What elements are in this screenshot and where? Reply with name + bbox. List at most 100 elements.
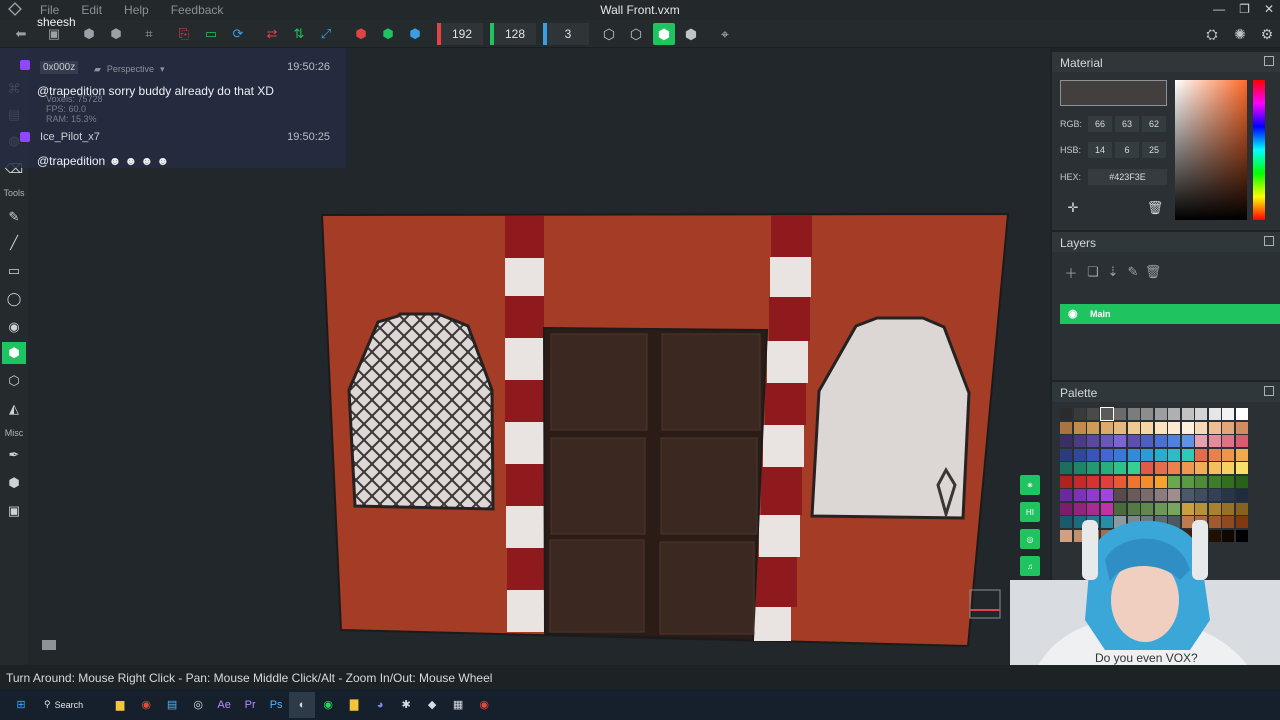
palette-swatch[interactable] [1222, 475, 1234, 488]
view-mode-1-icon[interactable]: ⬡ [598, 23, 620, 45]
tool-pencil-icon[interactable]: ✎ [2, 206, 26, 228]
palette-swatch[interactable] [1208, 408, 1221, 420]
palette-swatch[interactable] [1073, 435, 1086, 447]
tool-sphere-icon[interactable]: ◉ [2, 316, 26, 338]
palette-swatch[interactable] [1127, 435, 1140, 447]
windows-start-icon[interactable]: ⊞ [8, 692, 34, 718]
light-icon[interactable]: ✺ [1229, 23, 1251, 45]
duplicate-layer-icon[interactable]: ❏ [1084, 262, 1102, 282]
palette-swatch[interactable] [1100, 421, 1113, 434]
tool-box-icon[interactable]: ⬡ [2, 370, 26, 392]
trash-icon[interactable]: 🗑 [1144, 198, 1166, 218]
tool-picker-icon[interactable]: ✒ [2, 444, 26, 466]
palette-swatch[interactable] [1208, 421, 1221, 434]
crosshair-icon[interactable]: ⌖ [714, 23, 736, 45]
merge-layer-icon[interactable]: ⇣ [1104, 262, 1122, 282]
palette-swatch[interactable] [1235, 435, 1248, 447]
palette-swatch[interactable] [1222, 435, 1234, 447]
obs-icon[interactable]: ◐ [289, 691, 316, 718]
pin-icon[interactable] [1264, 236, 1274, 246]
palette-swatch[interactable] [1141, 408, 1153, 420]
palette-swatch[interactable] [1141, 475, 1153, 488]
palette-swatch[interactable] [1154, 421, 1167, 434]
minimize-icon[interactable]: — [1213, 2, 1225, 16]
palette-swatch[interactable] [1127, 462, 1140, 474]
current-color-swatch[interactable] [1060, 80, 1167, 106]
palette-swatch[interactable] [1060, 421, 1072, 434]
render-toggle-icon[interactable]: ✷ [1020, 475, 1040, 495]
palette-swatch[interactable] [1168, 462, 1180, 474]
hex-field[interactable]: #423F3E [1088, 169, 1167, 185]
palette-swatch[interactable] [1154, 475, 1167, 488]
palette-swatch[interactable] [1087, 408, 1099, 420]
steam-icon[interactable]: ◎ [185, 692, 211, 718]
cube-green-icon[interactable]: ⬢ [379, 24, 397, 44]
palette-swatch[interactable] [1181, 448, 1194, 461]
settings-gear-icon[interactable]: ⚙ [1256, 23, 1278, 45]
rgb-r-field[interactable]: 66 [1088, 116, 1112, 132]
camera-mode-select[interactable]: ▰ Perspective ▾ [94, 61, 192, 77]
notepad-icon[interactable]: ▤ [159, 692, 185, 718]
hue-slider[interactable] [1253, 80, 1265, 220]
palette-swatch[interactable] [1073, 462, 1086, 474]
palette-swatch[interactable] [1154, 435, 1167, 447]
palette-swatch[interactable] [1073, 448, 1086, 461]
palette-swatch[interactable] [1141, 448, 1153, 461]
palette-swatch[interactable] [1222, 421, 1234, 434]
render-icon[interactable]: ⛭ [1201, 23, 1223, 45]
palette-swatch[interactable] [1235, 475, 1248, 488]
taskbar-search[interactable]: ⚲ Search [34, 694, 93, 716]
palette-swatch[interactable] [1060, 448, 1072, 461]
eye-icon[interactable]: ◉ [1068, 307, 1078, 320]
rgb-b-field[interactable]: 62 [1142, 116, 1166, 132]
palette-swatch[interactable] [1087, 435, 1099, 447]
swap-z-icon[interactable]: ⤢ [317, 24, 335, 44]
add-color-icon[interactable]: ✛ [1062, 198, 1084, 218]
palette-swatch[interactable] [1168, 475, 1180, 488]
palette-swatch[interactable] [1141, 421, 1153, 434]
view-mode-3-icon[interactable]: ⬢ [653, 23, 675, 45]
calculator-icon[interactable]: ▦ [445, 692, 471, 718]
premiere-icon[interactable]: Pr [237, 692, 263, 718]
chrome-alt-icon[interactable]: ◉ [471, 692, 497, 718]
palette-swatch[interactable] [1127, 421, 1140, 434]
export-red-icon[interactable]: ⎘ [175, 24, 193, 44]
palette-swatch[interactable] [1222, 408, 1234, 420]
tool-bucket-icon[interactable]: ◭ [2, 398, 26, 420]
palette-swatch[interactable] [1099, 407, 1114, 421]
dimension-y-field[interactable]: 128 [490, 23, 536, 45]
palette-swatch[interactable] [1114, 421, 1126, 434]
palette-swatch[interactable] [1235, 408, 1248, 420]
palette-swatch[interactable] [1127, 448, 1140, 461]
rename-layer-icon[interactable]: ✎ [1124, 262, 1142, 282]
vectary-icon[interactable]: ◆ [419, 692, 445, 718]
palette-swatch[interactable] [1154, 448, 1167, 461]
view-mode-2-icon[interactable]: ⬡ [625, 23, 647, 45]
palette-swatch[interactable] [1073, 421, 1086, 434]
palette-swatch[interactable] [1181, 475, 1194, 488]
palette-swatch[interactable] [1208, 448, 1221, 461]
palette-swatch[interactable] [1208, 435, 1221, 447]
palette-swatch[interactable] [1114, 475, 1126, 488]
view-mode-4-icon[interactable]: ⬢ [680, 23, 702, 45]
cube-red-icon[interactable]: ⬢ [352, 24, 370, 44]
chrome-icon[interactable]: ◉ [133, 692, 159, 718]
palette-swatch[interactable] [1181, 421, 1194, 434]
palette-swatch[interactable] [1114, 435, 1126, 447]
tool-display-icon[interactable]: ▣ [2, 500, 26, 522]
hsb-s-field[interactable]: 6 [1115, 142, 1139, 158]
rotate-blue-icon[interactable]: ⟳ [229, 24, 247, 44]
palette-swatch[interactable] [1127, 408, 1140, 420]
add-layer-icon[interactable]: ＋ [1062, 262, 1080, 282]
cube-outline-icon[interactable]: ⬢ [80, 24, 98, 44]
pin-icon[interactable] [1264, 56, 1274, 66]
palette-swatch[interactable] [1195, 475, 1207, 488]
palette-swatch[interactable] [1235, 462, 1248, 474]
palette-swatch[interactable] [1154, 462, 1167, 474]
palette-swatch[interactable] [1127, 475, 1140, 488]
palette-swatch[interactable] [1168, 408, 1180, 420]
palette-swatch[interactable] [1060, 408, 1072, 420]
tool-circle-icon[interactable]: ◯ [2, 288, 26, 310]
crop-icon[interactable]: ⌗ [140, 24, 158, 44]
palette-swatch[interactable] [1195, 448, 1207, 461]
